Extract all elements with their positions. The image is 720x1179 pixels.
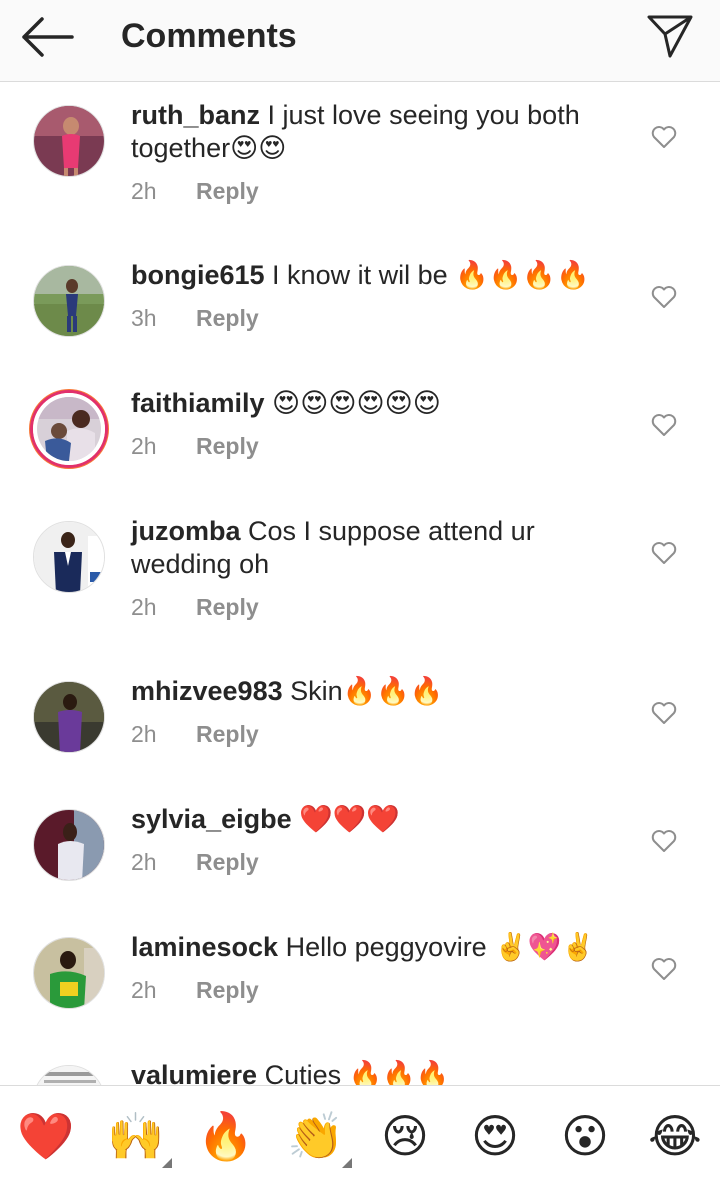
heart-outline-icon[interactable] bbox=[651, 957, 677, 981]
fire-emoji-button[interactable]: 🔥 bbox=[197, 1108, 254, 1164]
clapping-hands-emoji-button[interactable]: 👏 bbox=[287, 1108, 344, 1164]
avatar[interactable] bbox=[33, 681, 105, 753]
paper-plane-icon bbox=[647, 15, 693, 58]
comment-username[interactable]: ruth_banz bbox=[131, 100, 260, 130]
surprised-face-emoji-button[interactable]: 😮 bbox=[557, 1108, 613, 1164]
reply-button[interactable]: Reply bbox=[196, 594, 259, 620]
comment-text: Cuties 🔥🔥🔥 bbox=[257, 1060, 450, 1085]
comment-text: I know it wil be 🔥🔥🔥🔥 bbox=[264, 260, 590, 290]
avatar[interactable] bbox=[33, 809, 105, 881]
heart-outline-icon[interactable] bbox=[651, 413, 677, 437]
comment-body: valumiere Cuties 🔥🔥🔥 bbox=[131, 1059, 631, 1085]
avatar[interactable] bbox=[33, 521, 105, 593]
heart-outline-icon[interactable] bbox=[651, 701, 677, 725]
comment-body: bongie615 I know it wil be 🔥🔥🔥🔥 3h Reply bbox=[131, 259, 631, 334]
heart-eyes-emoji-button[interactable]: 😍 bbox=[467, 1108, 523, 1164]
comment-time: 2h bbox=[131, 433, 157, 459]
avatar-with-story[interactable] bbox=[33, 393, 105, 465]
reply-button[interactable]: Reply bbox=[196, 433, 259, 459]
avatar[interactable] bbox=[33, 105, 105, 177]
reply-button[interactable]: Reply bbox=[196, 178, 259, 204]
comment-item: mhizvee983 Skin🔥🔥🔥 2h Reply bbox=[0, 659, 720, 787]
red-heart-emoji-button[interactable]: ❤️ bbox=[17, 1108, 74, 1164]
comment-text: Hello peggyovire ✌️💖✌️ bbox=[278, 932, 596, 962]
comment-time: 2h bbox=[131, 594, 157, 620]
comment-item: bongie615 I know it wil be 🔥🔥🔥🔥 3h Reply bbox=[0, 243, 720, 371]
comments-list[interactable]: ruth_banz I just love seeing you both to… bbox=[0, 83, 720, 1085]
comment-item: faithiamily 😍😍😍😍😍😍 2h Reply bbox=[0, 371, 720, 499]
comment-item: laminesock Hello peggyovire ✌️💖✌️ 2h Repl… bbox=[0, 915, 720, 1043]
comment-text: Skin🔥🔥🔥 bbox=[282, 676, 444, 706]
crying-face-emoji-button[interactable]: 😢 bbox=[377, 1108, 433, 1164]
raising-hands-emoji-button[interactable]: 🙌 bbox=[107, 1108, 164, 1164]
top-bar: Comments bbox=[0, 0, 720, 82]
skin-tone-indicator-icon bbox=[162, 1158, 172, 1168]
heart-outline-icon[interactable] bbox=[651, 285, 677, 309]
comment-time: 3h bbox=[131, 305, 157, 331]
comment-username[interactable]: faithiamily bbox=[131, 388, 265, 418]
comment-time: 2h bbox=[131, 178, 157, 204]
skin-tone-indicator-icon bbox=[342, 1158, 352, 1168]
comment-body: ruth_banz I just love seeing you both to… bbox=[131, 99, 631, 207]
reply-button[interactable]: Reply bbox=[196, 849, 259, 875]
comment-item: sylvia_eigbe ❤️❤️❤️ 2h Reply bbox=[0, 787, 720, 915]
avatar[interactable] bbox=[33, 265, 105, 337]
comment-item: juzomba Cos I suppose attend ur wedding … bbox=[0, 499, 720, 659]
comment-username[interactable]: laminesock bbox=[131, 932, 278, 962]
page-title: Comments bbox=[121, 17, 297, 55]
comment-body: sylvia_eigbe ❤️❤️❤️ 2h Reply bbox=[131, 803, 631, 878]
avatar[interactable] bbox=[33, 937, 105, 1009]
comment-body: juzomba Cos I suppose attend ur wedding … bbox=[131, 515, 631, 623]
comment-username[interactable]: sylvia_eigbe bbox=[131, 804, 292, 834]
comment-username[interactable]: bongie615 bbox=[131, 260, 265, 290]
tears-of-joy-emoji-button[interactable]: 😂 bbox=[647, 1108, 703, 1164]
comment-body: laminesock Hello peggyovire ✌️💖✌️ 2h Repl… bbox=[131, 931, 631, 1006]
reply-button[interactable]: Reply bbox=[196, 977, 259, 1003]
heart-outline-icon[interactable] bbox=[651, 829, 677, 853]
comment-text: ❤️❤️❤️ bbox=[291, 804, 400, 834]
reply-button[interactable]: Reply bbox=[196, 721, 259, 747]
comment-body: faithiamily 😍😍😍😍😍😍 2h Reply bbox=[131, 387, 631, 462]
comment-item: ruth_banz I just love seeing you both to… bbox=[0, 83, 720, 243]
comment-username[interactable]: valumiere bbox=[131, 1060, 257, 1085]
comment-text: 😍😍😍😍😍😍 bbox=[264, 388, 441, 418]
comment-body: mhizvee983 Skin🔥🔥🔥 2h Reply bbox=[131, 675, 631, 750]
direct-share-button[interactable] bbox=[644, 10, 696, 62]
heart-outline-icon[interactable] bbox=[651, 125, 677, 149]
back-button[interactable] bbox=[18, 14, 76, 60]
emoji-quick-bar: ❤️ 🙌 🔥 👏 😢 😍 😮 😂 bbox=[0, 1085, 720, 1179]
comment-username[interactable]: juzomba bbox=[131, 516, 241, 546]
comment-time: 2h bbox=[131, 977, 157, 1003]
avatar[interactable] bbox=[33, 1065, 105, 1085]
comment-time: 2h bbox=[131, 849, 157, 875]
heart-outline-icon[interactable] bbox=[651, 541, 677, 565]
comment-username[interactable]: mhizvee983 bbox=[131, 676, 283, 706]
comment-time: 2h bbox=[131, 721, 157, 747]
comment-item: valumiere Cuties 🔥🔥🔥 bbox=[0, 1043, 720, 1085]
reply-button[interactable]: Reply bbox=[196, 305, 259, 331]
back-arrow-icon bbox=[22, 17, 74, 57]
